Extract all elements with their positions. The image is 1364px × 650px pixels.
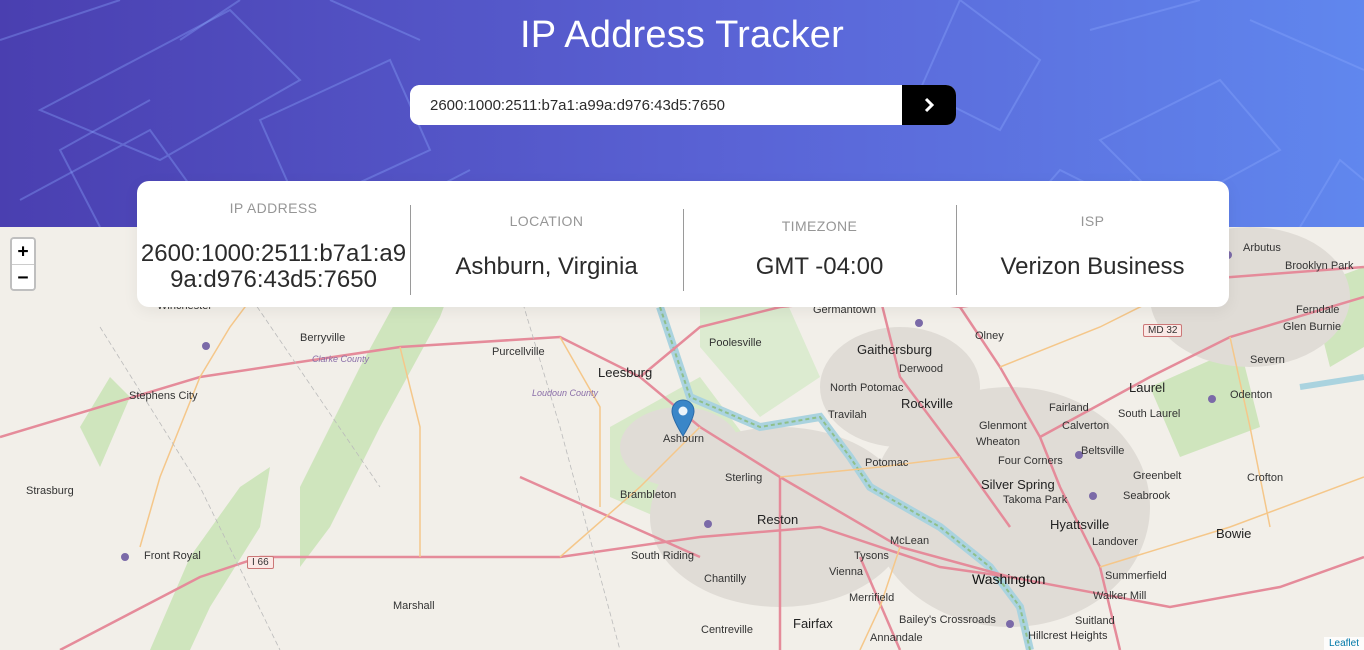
map-label-takoma-park: Takoma Park [1003,494,1068,506]
isp-value: Verizon Business [1000,253,1185,280]
chevron-right-icon [924,97,935,113]
map-label-loudoun-county: Loudoun County [532,388,599,398]
map-label-purcellville: Purcellville [492,346,545,358]
ip-search-input[interactable] [410,85,902,125]
map-label-washington: Washington [972,571,1046,587]
map-label-landover: Landover [1092,536,1138,548]
map-label-arbutus: Arbutus [1243,242,1281,254]
location-label: LOCATION [509,213,584,229]
map-label-hyattsville: Hyattsville [1050,517,1110,532]
zoom-control: + − [10,237,36,291]
map-label-beltsville: Beltsville [1081,445,1125,457]
map-label-fairland: Fairland [1049,402,1089,414]
map-label-south-riding: South Riding [631,550,694,562]
map-label-poolesville: Poolesville [709,337,762,349]
ip-address-label: IP ADDRESS [229,200,318,216]
map-label-gaithersburg: Gaithersburg [857,342,933,357]
location-section: LOCATION Ashburn, Virginia [410,181,683,307]
isp-section: ISP Verizon Business [956,181,1229,307]
map-label-centreville: Centreville [701,624,753,636]
map-label-sterling: Sterling [725,472,763,484]
ip-address-value: 2600:1000:2511:b7a1:a99a:d976:43d5:7650 [140,240,407,293]
map-label-crofton: Crofton [1247,472,1284,484]
map-label-fairfax: Fairfax [793,616,833,631]
map-label-tysons: Tysons [854,550,889,562]
map-label-travilah: Travilah [828,409,867,421]
map-label-mclean: McLean [890,535,930,547]
map-label-summerfield: Summerfield [1105,570,1167,582]
location-marker-icon[interactable] [671,399,695,442]
map-label-brooklyn-park: Brooklyn Park [1285,260,1354,272]
location-value: Ashburn, Virginia [455,253,638,280]
ip-address-section: IP ADDRESS 2600:1000:2511:b7a1:a99a:d976… [137,181,410,307]
map-label-walker-mill: Walker Mill [1093,590,1147,602]
ip-search-form [410,85,956,125]
map-label-reston: Reston [757,512,799,527]
timezone-label: TIMEZONE [781,218,858,234]
timezone-section: TIMEZONE GMT -04:00 [683,181,956,307]
map-label-silver-spring: Silver Spring [981,477,1055,492]
map-label-wheaton: Wheaton [976,436,1021,448]
map-label-laurel: Laurel [1129,380,1166,395]
map-label-glenmont: Glenmont [979,420,1027,432]
map-label-ferndale: Ferndale [1296,304,1340,316]
map-label-greenbelt: Greenbelt [1133,470,1182,482]
page-title: IP Address Tracker [520,14,844,56]
map-label-hillcrest-heights: Hillcrest Heights [1028,630,1108,642]
ip-info-card: IP ADDRESS 2600:1000:2511:b7a1:a99a:d976… [137,181,1229,307]
map-label-olney: Olney [975,330,1004,342]
map-label-potomac: Potomac [865,457,909,469]
isp-label: ISP [1080,213,1105,229]
map-label-merrifield: Merrifield [849,592,895,604]
zoom-in-button[interactable]: + [12,239,34,264]
leaflet-attribution-link[interactable]: Leaflet [1323,637,1364,650]
map-label-front-royal: Front Royal [144,550,201,562]
map-label-north-potomac: North Potomac [830,382,904,394]
md32-shield: MD 32 [1143,324,1183,337]
map-label-stephens-city: Stephens City [129,390,198,402]
map-label-leesburg: Leesburg [598,365,653,380]
map-label-chantilly: Chantilly [704,573,747,585]
map-label-bowie: Bowie [1216,526,1252,541]
map-label-berryville: Berryville [300,332,346,344]
map-label-derwood: Derwood [899,363,944,375]
zoom-out-button[interactable]: − [12,264,34,289]
map-label-suitland: Suitland [1075,615,1115,627]
map-label-severn: Severn [1250,354,1285,366]
map-label-clarke-county: Clarke County [312,354,370,364]
map-label-annandale: Annandale [870,632,923,644]
map-label-glen-burnie: Glen Burnie [1283,321,1342,333]
map-label-seabrook: Seabrook [1123,490,1171,502]
map-label-brambleton: Brambleton [620,489,677,501]
map-label-four-corners: Four Corners [998,455,1063,467]
map-label-baileys-crossroads: Bailey's Crossroads [899,614,996,626]
map-label-rockville: Rockville [901,396,954,411]
search-submit-button[interactable] [902,85,956,125]
map-label-calverton: Calverton [1062,420,1110,432]
map-label-odenton: Odenton [1230,389,1273,401]
map-label-strasburg: Strasburg [26,485,74,497]
map-label-vienna: Vienna [829,566,864,578]
timezone-value: GMT -04:00 [755,253,884,280]
map-label-south-laurel: South Laurel [1118,408,1181,420]
map-label-marshall: Marshall [393,600,435,612]
i66-shield: I 66 [247,556,274,569]
